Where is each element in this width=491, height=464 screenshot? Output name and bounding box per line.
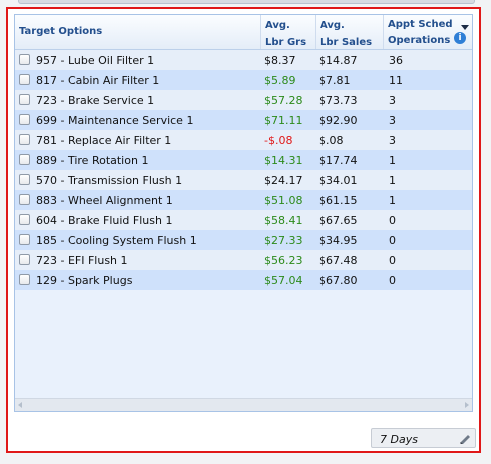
info-icon[interactable]: i (454, 32, 466, 44)
row-avg-lbr-sales: $67.65 (319, 214, 358, 227)
column-header-avg-lbr-grs[interactable]: Avg. Lbr Grs (261, 15, 316, 49)
row-appt-sched-operations: 3 (389, 134, 396, 147)
row-checkbox[interactable] (19, 54, 30, 65)
top-toolbar-edge (18, 0, 475, 4)
row-checkbox[interactable] (19, 154, 30, 165)
table-row[interactable]: 781 - Replace Air Filter 1 -$.08 $.08 3 (15, 130, 472, 150)
row-target-option: 185 - Cooling System Flush 1 (36, 234, 197, 247)
row-avg-lbr-sales: $34.01 (319, 174, 358, 187)
scroll-right-icon[interactable] (465, 402, 469, 408)
row-appt-sched-operations: 1 (389, 174, 396, 187)
target-options-grid: Target Options Avg. Lbr Grs Avg. Lbr Sal… (14, 14, 473, 412)
table-row[interactable]: 129 - Spark Plugs $57.04 $67.80 0 (15, 270, 472, 290)
row-checkbox[interactable] (19, 234, 30, 245)
row-avg-lbr-sales: $7.81 (319, 74, 351, 87)
column-header-target-options[interactable]: Target Options (15, 15, 261, 49)
row-target-option: 723 - EFI Flush 1 (36, 254, 128, 267)
row-target-option: 889 - Tire Rotation 1 (36, 154, 149, 167)
grid-footer: 7 Days (14, 414, 477, 448)
row-appt-sched-operations: 11 (389, 74, 403, 87)
horizontal-scrollbar[interactable] (15, 398, 472, 411)
row-avg-lbr-grs: $8.37 (264, 54, 296, 67)
row-avg-lbr-grs: $27.33 (264, 234, 303, 247)
row-checkbox[interactable] (19, 274, 30, 285)
row-target-option: 604 - Brake Fluid Flush 1 (36, 214, 173, 227)
pencil-icon[interactable] (458, 432, 472, 444)
row-avg-lbr-sales: $34.95 (319, 234, 358, 247)
row-appt-sched-operations: 1 (389, 194, 396, 207)
row-avg-lbr-grs: $57.04 (264, 274, 303, 287)
scroll-left-icon[interactable] (18, 402, 22, 408)
table-row[interactable]: 185 - Cooling System Flush 1 $27.33 $34.95… (15, 230, 472, 250)
row-appt-sched-operations: 0 (389, 214, 396, 227)
row-avg-lbr-sales: $61.15 (319, 194, 358, 207)
row-checkbox[interactable] (19, 114, 30, 125)
row-appt-sched-operations: 0 (389, 274, 396, 287)
row-avg-lbr-sales: $17.74 (319, 154, 358, 167)
row-target-option: 129 - Spark Plugs (36, 274, 133, 287)
table-row[interactable]: 723 - EFI Flush 1 $56.23 $67.48 0 (15, 250, 472, 270)
table-row[interactable]: 699 - Maintenance Service 1 $71.11 $92.90 3 (15, 110, 472, 130)
row-appt-sched-operations: 3 (389, 94, 396, 107)
period-label: 7 Days (380, 433, 418, 446)
period-selector[interactable]: 7 Days (371, 428, 476, 448)
row-avg-lbr-grs: $56.23 (264, 254, 303, 267)
table-row[interactable]: 817 - Cabin Air Filter 1 $5.89 $7.81 11 (15, 70, 472, 90)
table-row[interactable]: 604 - Brake Fluid Flush 1 $58.41 $67.65 0 (15, 210, 472, 230)
grid-rows: 957 - Lube Oil Filter 1 $8.37 $14.87 36 817 … (15, 50, 472, 290)
target-options-panel: Target Options Avg. Lbr Grs Avg. Lbr Sal… (6, 7, 481, 453)
row-appt-sched-operations: 36 (389, 54, 403, 67)
row-target-option: 723 - Brake Service 1 (36, 94, 155, 107)
sort-desc-icon[interactable] (461, 25, 469, 30)
row-avg-lbr-grs: $5.89 (264, 74, 296, 87)
table-row[interactable]: 889 - Tire Rotation 1 $14.31 $17.74 1 (15, 150, 472, 170)
column-header-avg-lbr-sales[interactable]: Avg. Lbr Sales (316, 15, 384, 49)
row-checkbox[interactable] (19, 214, 30, 225)
row-target-option: 781 - Replace Air Filter 1 (36, 134, 172, 147)
row-avg-lbr-sales: $.08 (319, 134, 344, 147)
row-target-option: 817 - Cabin Air Filter 1 (36, 74, 160, 87)
row-checkbox[interactable] (19, 194, 30, 205)
row-checkbox[interactable] (19, 174, 30, 185)
row-appt-sched-operations: 0 (389, 254, 396, 267)
table-row[interactable]: 883 - Wheel Alignment 1 $51.08 $61.15 1 (15, 190, 472, 210)
row-target-option: 570 - Transmission Flush 1 (36, 174, 183, 187)
row-target-option: 883 - Wheel Alignment 1 (36, 194, 173, 207)
row-avg-lbr-sales: $67.48 (319, 254, 358, 267)
row-avg-lbr-grs: $24.17 (264, 174, 303, 187)
row-avg-lbr-grs: $14.31 (264, 154, 303, 167)
row-avg-lbr-grs: $58.41 (264, 214, 303, 227)
table-row[interactable]: 957 - Lube Oil Filter 1 $8.37 $14.87 36 (15, 50, 472, 70)
row-checkbox[interactable] (19, 254, 30, 265)
row-avg-lbr-sales: $14.87 (319, 54, 358, 67)
row-appt-sched-operations: 0 (389, 234, 396, 247)
row-avg-lbr-grs: $71.11 (264, 114, 303, 127)
row-appt-sched-operations: 1 (389, 154, 396, 167)
row-avg-lbr-grs: -$.08 (264, 134, 293, 147)
row-avg-lbr-sales: $67.80 (319, 274, 358, 287)
row-avg-lbr-sales: $73.73 (319, 94, 358, 107)
table-row[interactable]: 723 - Brake Service 1 $57.28 $73.73 3 (15, 90, 472, 110)
row-appt-sched-operations: 3 (389, 114, 396, 127)
row-checkbox[interactable] (19, 134, 30, 145)
table-row[interactable]: 570 - Transmission Flush 1 $24.17 $34.01 1 (15, 170, 472, 190)
grid-header: Target Options Avg. Lbr Grs Avg. Lbr Sal… (15, 15, 472, 50)
row-avg-lbr-sales: $92.90 (319, 114, 358, 127)
row-checkbox[interactable] (19, 74, 30, 85)
row-target-option: 957 - Lube Oil Filter 1 (36, 54, 155, 67)
row-avg-lbr-grs: $57.28 (264, 94, 303, 107)
row-checkbox[interactable] (19, 94, 30, 105)
row-target-option: 699 - Maintenance Service 1 (36, 114, 194, 127)
row-avg-lbr-grs: $51.08 (264, 194, 303, 207)
column-header-appt-sched-operations[interactable]: Appt Sched Operations i (384, 15, 472, 49)
